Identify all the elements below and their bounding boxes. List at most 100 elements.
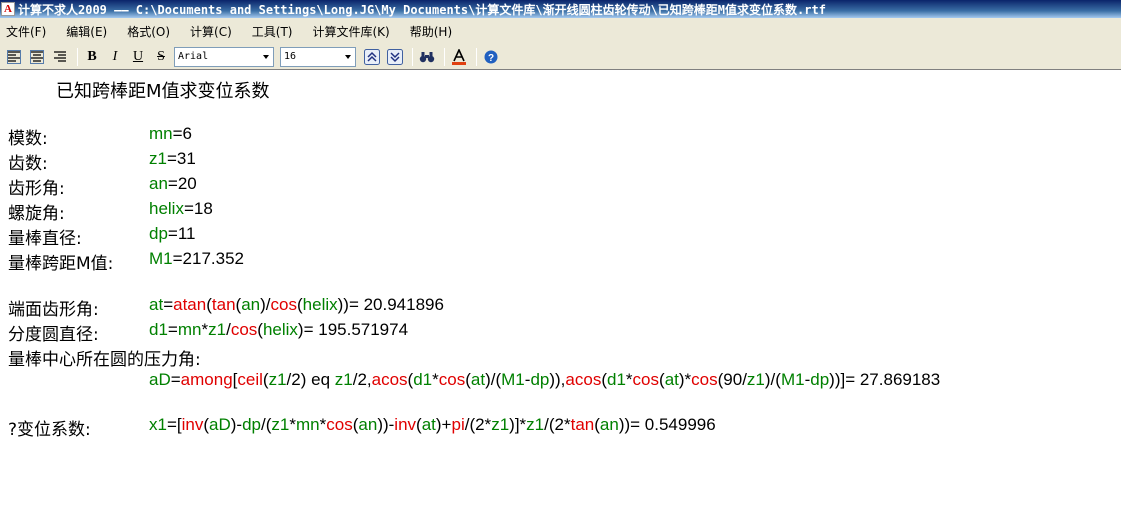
chevron-down-icon[interactable] <box>341 48 355 66</box>
param-expr-rod-span: M1=217.352 <box>149 249 244 269</box>
align-center-button[interactable] <box>27 47 47 67</box>
expr-token: =[ <box>166 415 182 434</box>
expr-token: atan <box>173 295 207 314</box>
expr-token: cos <box>230 320 258 339</box>
expr-token: acos <box>565 370 602 389</box>
expr-token: =31 <box>166 149 196 168</box>
double-chevron-down-icon <box>387 48 403 65</box>
document-area[interactable]: 已知跨棒距M值求变位系数 模数: mn=6 齿数: z1=31 齿形角: an=20 螺旋角… <box>0 71 1121 526</box>
expr-token: )+ <box>435 415 452 434</box>
font-size-select[interactable]: 16 <box>280 46 356 67</box>
param-label-helix-angle: 螺旋角: <box>8 204 65 224</box>
expr-token: mn <box>177 320 202 339</box>
calc-expr-pitch-diameter: d1=mn*z1/cos(helix)= 195.571974 <box>149 320 408 340</box>
expr-token: =6 <box>172 124 193 143</box>
expr-token: z1 <box>268 370 287 389</box>
menu-help[interactable]: 帮助(H) <box>410 23 452 40</box>
font-name-select[interactable]: Arial <box>174 46 274 67</box>
menu-tools[interactable]: 工具(T) <box>252 23 293 40</box>
align-right-button[interactable] <box>50 47 70 67</box>
expr-token: dp <box>810 370 830 389</box>
strikethrough-button[interactable]: S <box>151 47 171 67</box>
param-label-rod-diameter: 量棒直径: <box>8 229 82 249</box>
menu-format[interactable]: 格式(O) <box>127 23 170 40</box>
expr-token: ))- <box>377 415 395 434</box>
expr-token: M1 <box>501 370 525 389</box>
expr-token: d1 <box>413 370 433 389</box>
param-expr-rod-diameter: dp=11 <box>149 224 196 244</box>
expr-token: =217.352 <box>172 249 245 268</box>
expr-token: M1 <box>149 249 173 268</box>
menu-calc-library[interactable]: 计算文件库(K) <box>313 23 390 40</box>
expr-token: /(2* <box>544 415 571 434</box>
expr-token: z1 <box>746 370 765 389</box>
svg-text:?: ? <box>488 53 494 64</box>
expr-token: )/ <box>260 295 271 314</box>
expr-token: /( <box>261 415 272 434</box>
expr-token: z1 <box>208 320 227 339</box>
expr-token: )- <box>230 415 243 434</box>
expr-token: * <box>432 370 439 389</box>
help-icon: ? <box>484 50 498 64</box>
expr-token: z1 <box>334 370 353 389</box>
expr-token: ))]= 27.869183 <box>829 370 941 389</box>
align-right-icon <box>54 50 66 62</box>
expr-token: )]* <box>509 415 527 434</box>
expr-token: )/( <box>485 370 502 389</box>
expr-token: an <box>599 415 619 434</box>
menu-edit[interactable]: 编辑(E) <box>66 23 107 40</box>
expr-token: at <box>149 295 164 314</box>
param-label-rod-span: 量棒跨距M值: <box>8 254 114 274</box>
shift-coefficient-expr: x1=[inv(aD)-dp/(z1*mn*cos(an))-inv(at)+p… <box>149 415 716 435</box>
expr-token: z1 <box>526 415 545 434</box>
toolbar: B I U S Arial 16 ? <box>0 44 1121 70</box>
expr-token: ))= 0.549996 <box>618 415 716 434</box>
menu-file[interactable]: 文件(F) <box>6 23 46 40</box>
calc-label-transverse-angle: 端面齿形角: <box>8 300 99 320</box>
toolbar-separator <box>412 47 413 66</box>
decrease-size-button[interactable] <box>385 47 405 67</box>
font-name-value: Arial <box>178 51 209 62</box>
font-color-button[interactable] <box>449 47 469 67</box>
expr-token: )), <box>549 370 566 389</box>
expr-token: )= 195.571974 <box>297 320 409 339</box>
expr-token: d1 <box>607 370 626 389</box>
expr-token: aD <box>149 370 171 389</box>
shift-coefficient-label: ?变位系数: <box>8 420 91 440</box>
bold-button[interactable]: B <box>82 47 102 67</box>
expr-token: )* <box>678 370 692 389</box>
param-expr-pressure-angle: an=20 <box>149 174 197 194</box>
expr-token: ))= 20.941896 <box>337 295 444 314</box>
menu-calc[interactable]: 计算(C) <box>190 23 232 40</box>
expr-token: cos <box>632 370 660 389</box>
chevron-down-icon[interactable] <box>259 48 273 66</box>
expr-token: z1 <box>491 415 510 434</box>
calc-label-pitch-diameter: 分度圆直径: <box>8 325 99 345</box>
binoculars-icon <box>419 51 435 62</box>
app-icon: A <box>1 2 15 16</box>
param-label-module: 模数: <box>8 129 48 149</box>
expr-token: inv <box>394 415 417 434</box>
expr-token: * <box>625 370 633 389</box>
expr-token: mn <box>296 415 320 434</box>
expr-token: /2, <box>352 370 372 389</box>
expr-token: at <box>664 370 679 389</box>
expr-token: an <box>358 415 378 434</box>
expr-token: =11 <box>167 224 196 243</box>
expr-token: at <box>470 370 486 389</box>
expr-token: cos <box>438 370 466 389</box>
italic-button[interactable]: I <box>105 47 125 67</box>
expr-token: * <box>289 415 296 434</box>
toolbar-separator <box>476 47 477 66</box>
help-button[interactable]: ? <box>481 47 501 67</box>
underline-button[interactable]: U <box>128 47 148 67</box>
param-label-pressure-angle: 齿形角: <box>8 179 65 199</box>
pressure-angle-expr: aD=among[ceil(z1/2) eq z1/2,acos(d1*cos(… <box>149 370 940 390</box>
expr-token: cos <box>691 370 718 389</box>
expr-token: )/( <box>764 370 781 389</box>
expr-token: = <box>170 370 181 389</box>
find-button[interactable] <box>417 47 437 67</box>
expr-token: dp <box>242 415 262 434</box>
align-left-button[interactable] <box>4 47 24 67</box>
increase-size-button[interactable] <box>362 47 382 67</box>
